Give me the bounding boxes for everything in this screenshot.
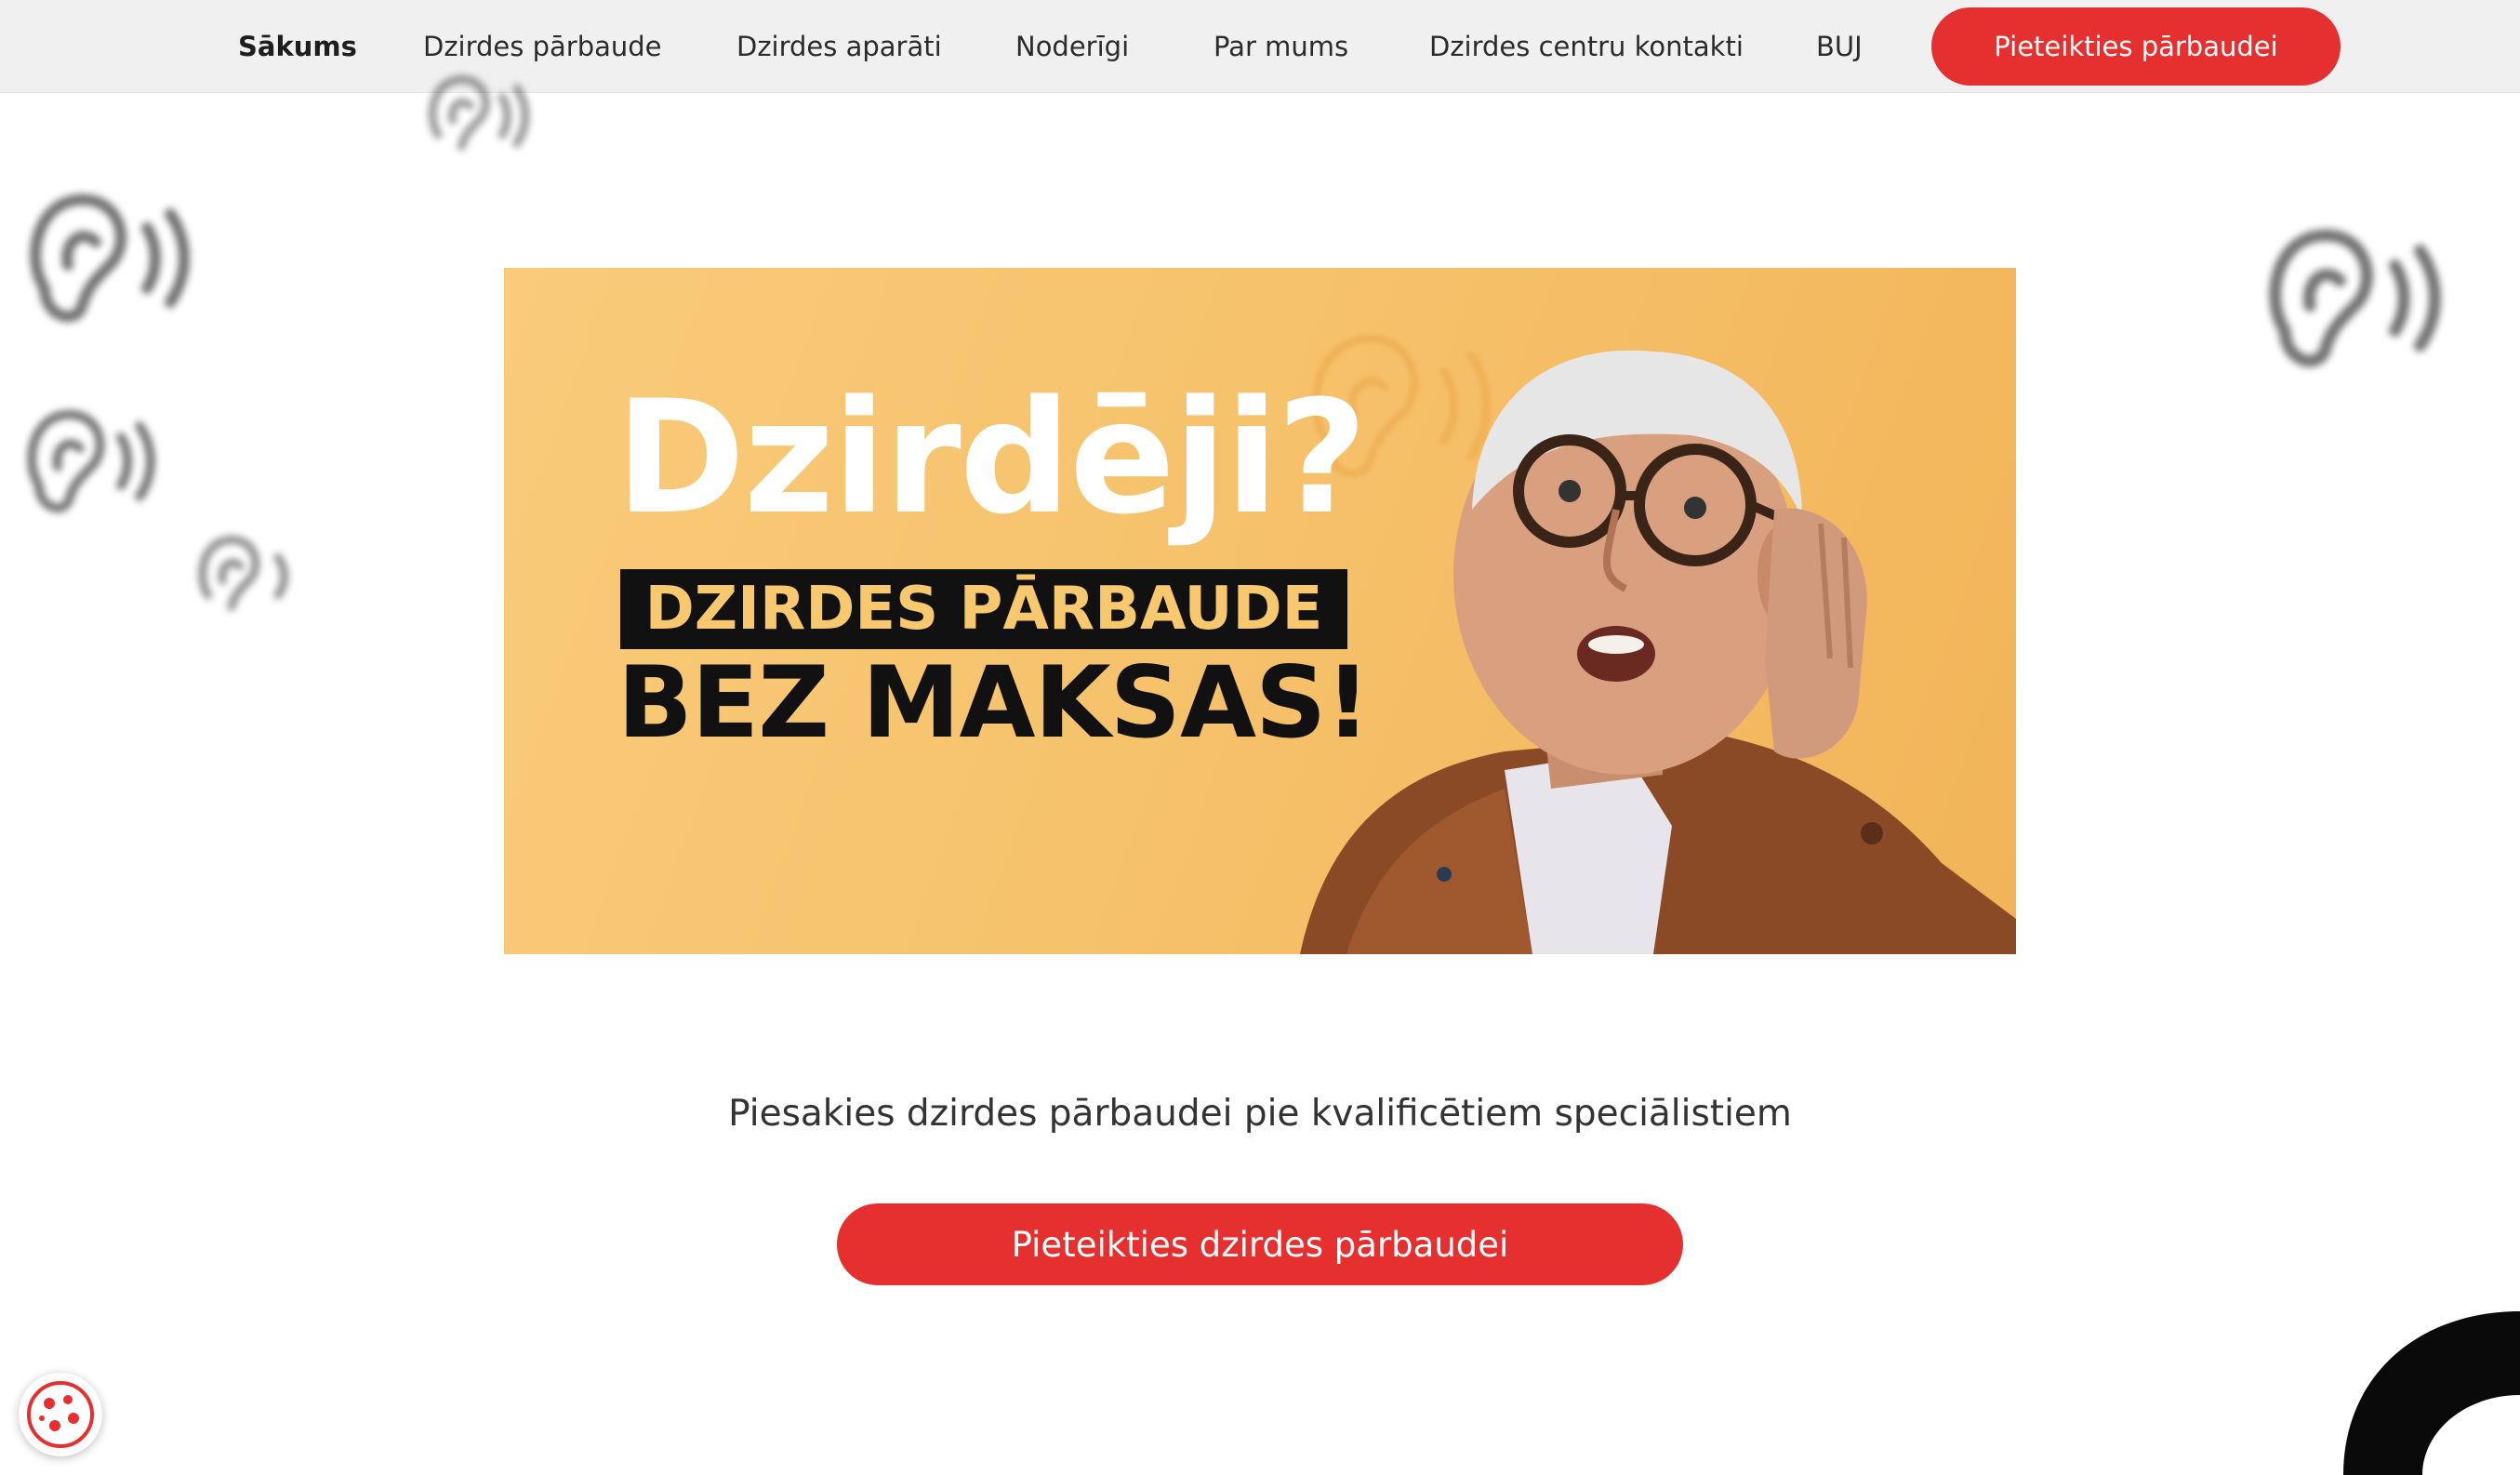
apply-hearing-test-button[interactable]: Pieteikties dzirdes pārbaudei	[837, 1203, 1683, 1285]
banner-subheadline: DZIRDES PĀRBAUDE	[644, 575, 1323, 644]
cookie-icon	[27, 1381, 94, 1448]
page: Sākums Dzirdes pārbaude Dzirdes aparāti …	[0, 0, 2520, 1475]
ear-sound-icon	[17, 391, 166, 521]
top-navigation: Sākums Dzirdes pārbaude Dzirdes aparāti …	[0, 0, 2520, 93]
nav-item-useful[interactable]: Noderīgi	[1015, 0, 1129, 93]
ear-sound-icon	[17, 167, 203, 335]
ear-sound-icon	[191, 521, 307, 623]
man-listening-photo	[1300, 350, 2016, 954]
ear-sound-icon	[2255, 200, 2455, 381]
hero-banner: Dzirdēji? DZIRDES PĀRBAUDE BEZ MAKSAS!	[504, 268, 2016, 954]
ear-sound-icon	[418, 65, 539, 158]
corner-arc-decoration	[2343, 1311, 2520, 1475]
nav-item-hearing-aids[interactable]: Dzirdes aparāti	[736, 0, 942, 93]
nav-item-contacts[interactable]: Dzirdes centru kontakti	[1429, 0, 1744, 93]
nav-item-home[interactable]: Sākums	[238, 0, 357, 93]
apply-test-button[interactable]: Pieteikties pārbaudei	[1931, 7, 2341, 86]
cookie-settings-button[interactable]	[19, 1373, 102, 1456]
tagline: Piesakies dzirdes pārbaudei pie kvalific…	[728, 1093, 1792, 1135]
nav-item-about-us[interactable]: Par mums	[1214, 0, 1348, 93]
nav-item-faq[interactable]: BUJ	[1816, 0, 1863, 93]
